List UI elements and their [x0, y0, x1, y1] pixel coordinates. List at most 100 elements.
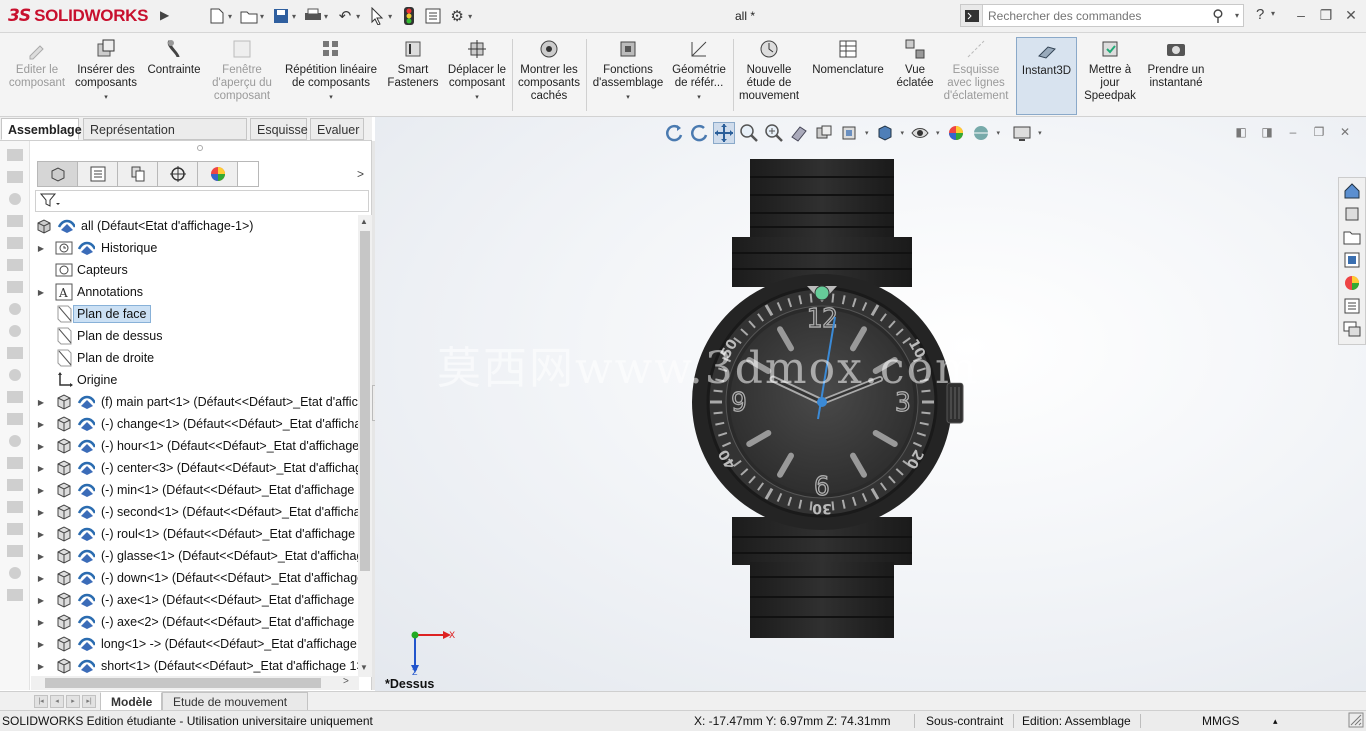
- watch-model[interactable]: 12 3 6 9 10 20 30 40 50: [675, 157, 995, 642]
- select-cursor-icon[interactable]: [368, 7, 386, 25]
- expand-arrow-icon[interactable]: ▶: [36, 662, 46, 671]
- chevron-down-icon[interactable]: ▾: [104, 91, 108, 104]
- solidworks-logo[interactable]: 3S SOLIDWORKS: [8, 4, 148, 28]
- zoom-selection-icon[interactable]: [763, 122, 785, 144]
- open-dropdown-icon[interactable]: ▾: [260, 12, 264, 21]
- tree-item[interactable]: Origine: [31, 369, 359, 391]
- hscroll-thumb[interactable]: [45, 678, 321, 688]
- hide-show-items-icon[interactable]: [909, 122, 931, 144]
- sweep-tool-icon[interactable]: [5, 213, 25, 229]
- feature-tree-tab-icon[interactable]: [38, 162, 78, 186]
- draft-tool-icon[interactable]: [5, 345, 25, 361]
- minimize-icon[interactable]: –: [1291, 7, 1311, 25]
- mold-tool-icon[interactable]: [5, 521, 25, 537]
- tree-item[interactable]: ▶ (-) glasse<1> (Défaut<<Défaut>_Etat d'a…: [31, 545, 359, 567]
- search-input[interactable]: [983, 5, 1201, 26]
- last-tab-icon[interactable]: ▸|: [82, 695, 96, 708]
- help-dropdown-icon[interactable]: ▾: [1271, 9, 1275, 18]
- edit-appearance-icon[interactable]: [945, 122, 967, 144]
- tab-assemblage[interactable]: Assemblage: [1, 118, 82, 140]
- options-dropdown-icon[interactable]: ▾: [468, 12, 472, 21]
- tree-item[interactable]: ▶ (-) hour<1> (Défaut<<Défaut>_Etat d'aff…: [31, 435, 359, 457]
- assembly-features-button[interactable]: Fonctions d'assemblage ▾: [590, 37, 666, 113]
- previous-tab-icon[interactable]: ◂: [50, 695, 64, 708]
- loft-tool-icon[interactable]: [5, 235, 25, 251]
- rebuild-traffic-light-icon[interactable]: [400, 7, 418, 25]
- bom-button[interactable]: Nomenclature: [806, 37, 890, 113]
- forum-icon[interactable]: [1341, 319, 1363, 339]
- mate-button[interactable]: Contrainte: [142, 37, 206, 113]
- appearances-icon[interactable]: [1341, 273, 1363, 293]
- expand-arrow-icon[interactable]: ▶: [36, 464, 46, 473]
- file-explorer-icon[interactable]: [1341, 227, 1363, 247]
- explode-line-sketch-button[interactable]: Esquisse avec lignes d'éclatement: [940, 37, 1012, 113]
- chamfer-tool-icon[interactable]: [5, 279, 25, 295]
- tree-item[interactable]: ▶ (-) center<3> (Défaut<<Défaut>_Etat d'a…: [31, 457, 359, 479]
- instant3d-button[interactable]: Instant3D: [1016, 37, 1077, 115]
- display-manager-tab-icon[interactable]: [198, 162, 238, 186]
- tree-item[interactable]: Capteurs: [31, 259, 359, 281]
- print-dropdown-icon[interactable]: ▾: [324, 12, 328, 21]
- viewport-close-icon[interactable]: ✕: [1337, 125, 1353, 141]
- chevron-down-icon[interactable]: ▾: [1038, 129, 1042, 137]
- apply-scene-icon[interactable]: [970, 122, 992, 144]
- edit-component-button[interactable]: Editer le composant: [2, 37, 72, 113]
- more-tools-icon[interactable]: [5, 587, 25, 603]
- tree-item[interactable]: ▶ (-) min<1> (Défaut<<Défaut>_Etat d'affi…: [31, 479, 359, 501]
- tree-horizontal-scrollbar[interactable]: >: [31, 676, 359, 690]
- tree-item[interactable]: ▶ A Annotations: [31, 281, 359, 303]
- tab-modele[interactable]: Modèle: [100, 692, 162, 711]
- new-dropdown-icon[interactable]: ▾: [228, 12, 232, 21]
- section-view-icon[interactable]: [788, 122, 810, 144]
- tree-item[interactable]: ▶ (-) change<1> (Défaut<<Défaut>_Etat d'a…: [31, 413, 359, 435]
- close-icon[interactable]: ✕: [1341, 7, 1361, 25]
- scroll-up-icon[interactable]: ▲: [360, 217, 368, 226]
- tree-item[interactable]: Plan de dessus: [31, 325, 359, 347]
- tree-item[interactable]: ▶ (-) axe<2> (Défaut<<Défaut>_Etat d'affi…: [31, 611, 359, 633]
- weldment-tool-icon[interactable]: [5, 499, 25, 515]
- expand-arrow-icon[interactable]: ▶: [36, 618, 46, 627]
- expand-arrow-icon[interactable]: ▶: [36, 420, 46, 429]
- save-icon[interactable]: [272, 7, 290, 25]
- view-palette-icon[interactable]: [1341, 250, 1363, 270]
- update-speedpak-button[interactable]: Mettre à jour Speedpak: [1080, 37, 1140, 113]
- search-dropdown-icon[interactable]: ▾: [1235, 11, 1239, 20]
- design-library-icon[interactable]: [1341, 204, 1363, 224]
- chevron-down-icon[interactable]: ▾: [936, 129, 940, 137]
- revolve-tool-icon[interactable]: [5, 191, 25, 207]
- help-icon[interactable]: ?: [1256, 6, 1264, 23]
- tab-etude-de-mouvement-1[interactable]: Etude de mouvement 1: [162, 692, 308, 727]
- dome-tool-icon[interactable]: [5, 433, 25, 449]
- pan-move-icon[interactable]: [713, 122, 735, 144]
- viewport-split-right-icon[interactable]: ◨: [1259, 125, 1275, 141]
- unit-system[interactable]: MMGS: [1202, 713, 1239, 730]
- tree-item[interactable]: ▶ (-) down<1> (Défaut<<Défaut>_Etat d'aff…: [31, 567, 359, 589]
- tree-item[interactable]: ▶ Historique: [31, 237, 359, 259]
- viewport-split-left-icon[interactable]: ◧: [1233, 125, 1249, 141]
- resize-grip-icon[interactable]: [1348, 712, 1364, 731]
- extrude-tool-icon[interactable]: [5, 169, 25, 185]
- expand-arrow-icon[interactable]: ▶: [36, 244, 46, 253]
- reference-geometry-button[interactable]: Géométrie de référ... ▾: [668, 37, 730, 113]
- chevron-down-icon[interactable]: ▾: [697, 91, 701, 104]
- panel-grip-icon[interactable]: [197, 145, 203, 151]
- restore-icon[interactable]: ❐: [1316, 7, 1336, 25]
- new-motion-study-button[interactable]: Nouvelle étude de mouvement: [736, 37, 802, 113]
- sketch-tool-icon[interactable]: [5, 147, 25, 163]
- view-settings-icon[interactable]: [1011, 122, 1033, 144]
- surface-tool-icon[interactable]: [5, 477, 25, 493]
- undo-icon[interactable]: ↶: [336, 7, 354, 25]
- menu-expand-icon[interactable]: ▶: [160, 8, 172, 24]
- viewport-restore-icon[interactable]: ❐: [1311, 125, 1327, 141]
- expand-arrow-icon[interactable]: ▶: [36, 596, 46, 605]
- chevron-down-icon[interactable]: ▾: [901, 129, 905, 137]
- viewport-minimize-icon[interactable]: –: [1285, 125, 1301, 141]
- zoom-to-fit-icon[interactable]: [688, 122, 710, 144]
- chevron-down-icon[interactable]: ▾: [865, 129, 869, 137]
- unit-system-dropdown-icon[interactable]: ▴: [1273, 713, 1278, 730]
- tree-item[interactable]: ▶ long<1> -> (Défaut<<Défaut>_Etat d'affi…: [31, 633, 359, 655]
- custom-properties-icon[interactable]: [1341, 296, 1363, 316]
- tree-filter[interactable]: [35, 190, 369, 212]
- open-folder-icon[interactable]: [240, 7, 258, 25]
- rib-tool-icon[interactable]: [5, 323, 25, 339]
